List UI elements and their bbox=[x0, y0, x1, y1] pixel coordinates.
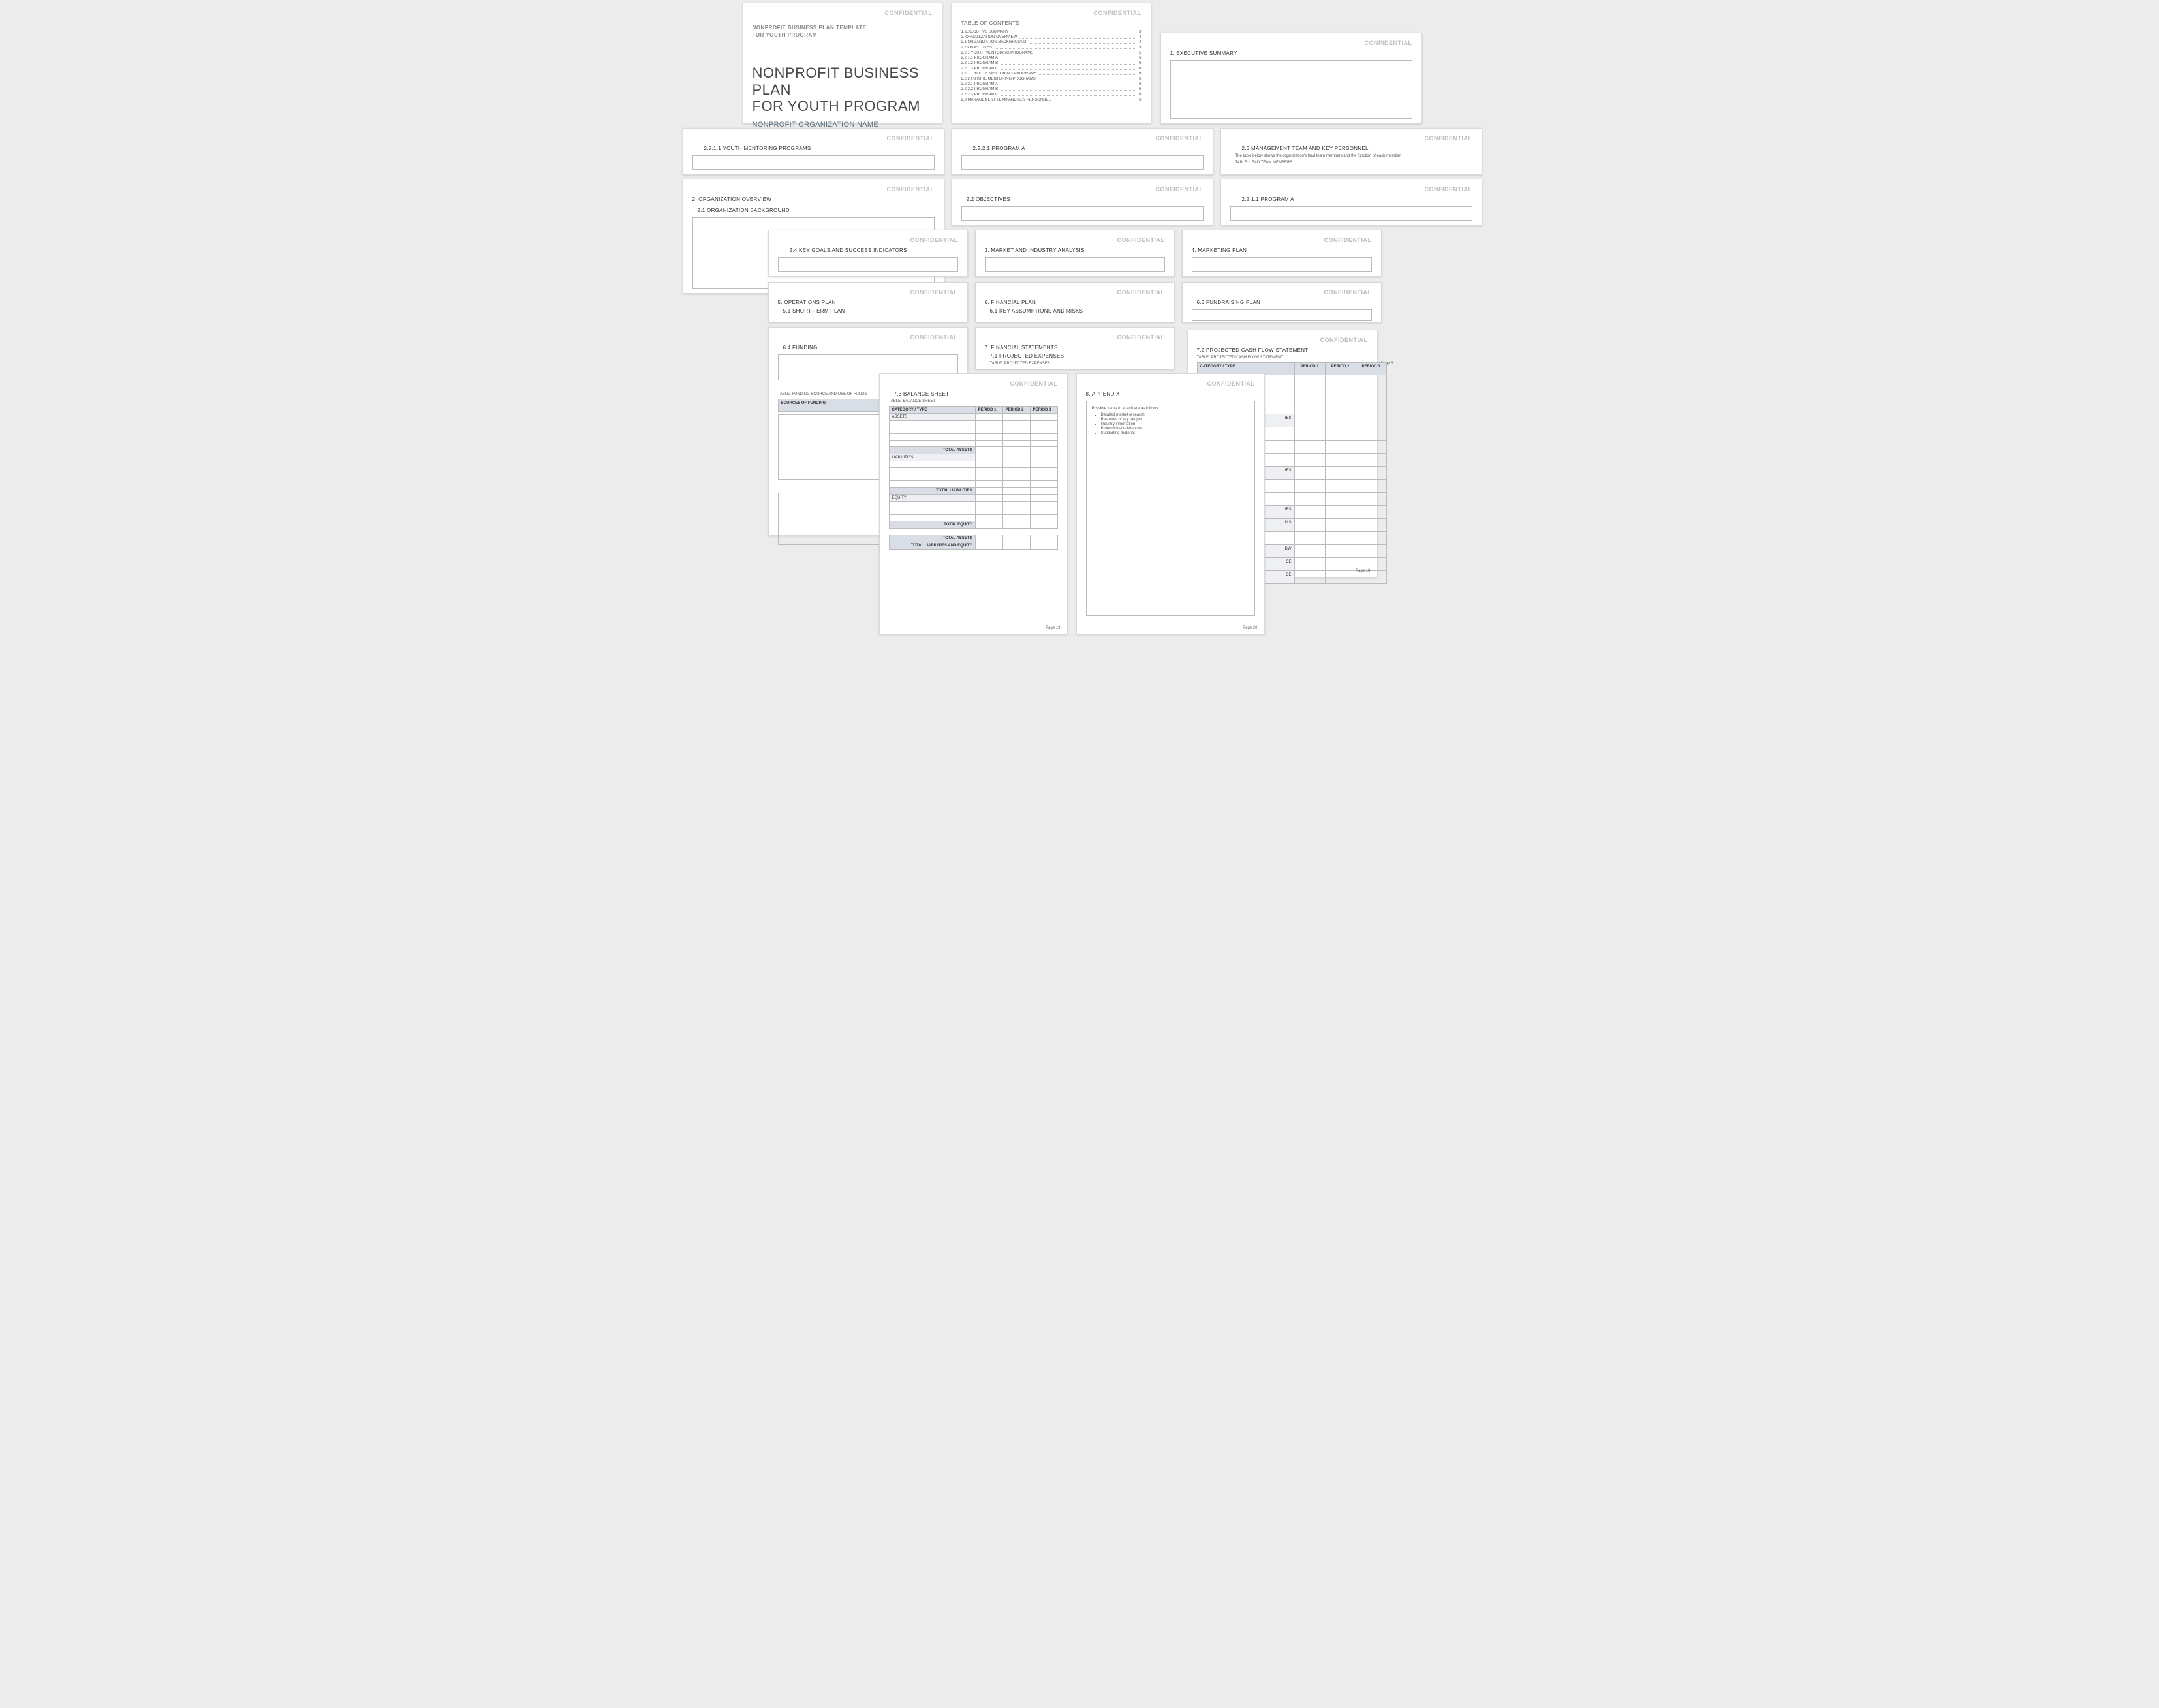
confidential-label: CONFIDENTIAL bbox=[985, 237, 1165, 243]
confidential-label: CONFIDENTIAL bbox=[985, 334, 1165, 341]
sec-subheading: 2.1 ORGANIZATION BACKGROUND bbox=[692, 208, 935, 213]
page-finstmt: CONFIDENTIAL 7. FINANCIAL STATEMENTS 7.1… bbox=[975, 327, 1175, 369]
content-box bbox=[1192, 257, 1372, 272]
confidential-label: CONFIDENTIAL bbox=[778, 289, 958, 296]
toc-title: TABLE OF CONTENTS bbox=[961, 20, 1142, 26]
confidential-label: CONFIDENTIAL bbox=[1197, 337, 1368, 343]
sec-heading: 7.3 BALANCE SHEET bbox=[889, 391, 1058, 397]
confidential-label: CONFIDENTIAL bbox=[1192, 237, 1372, 243]
content-box bbox=[1230, 206, 1472, 221]
table-label: TABLE: BALANCE SHEET bbox=[889, 399, 1058, 403]
confidential-label: CONFIDENTIAL bbox=[778, 334, 958, 341]
page-mktplan: CONFIDENTIAL 4. MARKETING PLAN bbox=[1182, 230, 1382, 277]
confidential-label: CONFIDENTIAL bbox=[985, 289, 1165, 296]
sec-heading: 2.2.2.1 PROGRAM A bbox=[961, 146, 1204, 151]
sec-heading: 5. OPERATIONS PLAN bbox=[778, 300, 958, 305]
content-box bbox=[1170, 60, 1412, 119]
table-label: TABLE: PROJECTED EXPENSES bbox=[985, 362, 1165, 365]
sec-heading: 2.2 OBJECTIVES bbox=[961, 196, 1204, 202]
content-box bbox=[961, 206, 1204, 221]
sec-heading: 8. APPENDIX bbox=[1086, 391, 1255, 397]
page-market: CONFIDENTIAL 3. MARKET AND INDUSTRY ANAL… bbox=[975, 230, 1175, 277]
page-progA2: CONFIDENTIAL 2.2.1.1 PROGRAM A bbox=[1220, 179, 1482, 226]
sec-heading: 3. MARKET AND INDUSTRY ANALYSIS bbox=[985, 247, 1165, 253]
page-obj: CONFIDENTIAL 2.2 OBJECTIVES bbox=[952, 179, 1213, 226]
sec-subheading: 6.1 KEY ASSUMPTIONS AND RISKS bbox=[985, 308, 1165, 314]
sec-heading: 6. FINANCIAL PLAN bbox=[985, 300, 1165, 305]
sec-heading: 7.2 PROJECTED CASH FLOW STATEMENT bbox=[1197, 347, 1368, 353]
appendix-box: Possible items to attach are as follows:… bbox=[1086, 401, 1255, 616]
confidential-label: CONFIDENTIAL bbox=[692, 186, 935, 193]
confidential-label: CONFIDENTIAL bbox=[1230, 186, 1472, 193]
sec-heading: 2. ORGANIZATION OVERVIEW bbox=[692, 196, 935, 202]
page-exec: CONFIDENTIAL 1. EXECUTIVE SUMMARY bbox=[1160, 33, 1422, 124]
page-goals: CONFIDENTIAL 2.4 KEY GOALS AND SUCCESS I… bbox=[768, 230, 968, 277]
page-number: Page 20 bbox=[1243, 626, 1257, 630]
sec-heading: 6.3 FUNDRAISING PLAN bbox=[1192, 300, 1372, 305]
page-appendix: CONFIDENTIAL 8. APPENDIX Possible items … bbox=[1076, 373, 1265, 634]
confidential-label: CONFIDENTIAL bbox=[961, 135, 1204, 142]
confidential-label: CONFIDENTIAL bbox=[889, 380, 1058, 387]
sec-subheading: 5.1 SHORT-TERM PLAN bbox=[778, 308, 958, 314]
confidential-label: CONFIDENTIAL bbox=[1230, 135, 1472, 142]
sec-heading: 1. EXECUTIVE SUMMARY bbox=[1170, 50, 1412, 56]
toc-list: 1. EXECUTIVE SUMMARY32. ORGANIZATION OVE… bbox=[961, 30, 1142, 102]
table-label: TABLE: PROJECTED CASH FLOW STATEMENT bbox=[1197, 356, 1368, 360]
page-toc: CONFIDENTIAL TABLE OF CONTENTS 1. EXECUT… bbox=[952, 3, 1151, 123]
sec-heading: 6.4 FUNDING bbox=[778, 345, 958, 350]
cover-title: NONPROFIT BUSINESS PLANFOR YOUTH PROGRAM bbox=[753, 65, 933, 114]
page-number: Page 19 bbox=[1046, 626, 1060, 630]
page-ymp: CONFIDENTIAL 2.2.1.1 YOUTH MENTORING PRO… bbox=[683, 128, 944, 175]
balance-table: CATEGORY / TYPEPERIOD 1PERIOD 2PERIOD 3 … bbox=[889, 406, 1058, 550]
confidential-label: CONFIDENTIAL bbox=[1086, 380, 1255, 387]
sec-heading: 2.4 KEY GOALS AND SUCCESS INDICATORS bbox=[778, 247, 958, 253]
appendix-lead: Possible items to attach are as follows: bbox=[1092, 407, 1249, 411]
confidential-label: CONFIDENTIAL bbox=[753, 10, 933, 16]
confidential-label: CONFIDENTIAL bbox=[1170, 40, 1412, 46]
page-progA1: CONFIDENTIAL 2.2.2.1 PROGRAM A bbox=[952, 128, 1213, 175]
sec-heading: 4. MARKETING PLAN bbox=[1192, 247, 1372, 253]
sec-heading: 7. FINANCIAL STATEMENTS bbox=[985, 345, 1165, 350]
confidential-label: CONFIDENTIAL bbox=[961, 186, 1204, 193]
content-box bbox=[985, 257, 1165, 272]
confidential-label: CONFIDENTIAL bbox=[778, 237, 958, 243]
page-balance: CONFIDENTIAL 7.3 BALANCE SHEET TABLE: BA… bbox=[879, 373, 1068, 634]
content-box bbox=[961, 155, 1204, 170]
appendix-list: Detailed market researchResumes of key p… bbox=[1092, 413, 1249, 435]
sec-heading: 2.3 MANAGEMENT TEAM AND KEY PERSONNEL bbox=[1230, 146, 1472, 151]
confidential-label: CONFIDENTIAL bbox=[692, 135, 935, 142]
sec-heading: 2.2.1.1 YOUTH MENTORING PROGRAMS bbox=[692, 146, 935, 151]
canvas: CONFIDENTIAL 7.2 PROJECTED CASH FLOW STA… bbox=[675, 0, 1485, 641]
content-box bbox=[692, 155, 935, 170]
page-fundraise: CONFIDENTIAL 6.3 FUNDRAISING PLAN bbox=[1182, 282, 1382, 322]
page-ops: CONFIDENTIAL 5. OPERATIONS PLAN 5.1 SHOR… bbox=[768, 282, 968, 322]
mgmt-note: The table below shows the organization's… bbox=[1230, 154, 1472, 158]
content-box bbox=[778, 257, 958, 272]
page-cover: CONFIDENTIAL NONPROFIT BUSINESS PLAN TEM… bbox=[743, 3, 942, 123]
confidential-label: CONFIDENTIAL bbox=[1192, 289, 1372, 296]
sec-heading: 2.2.1.1 PROGRAM A bbox=[1230, 196, 1472, 202]
sec-subheading: 7.1 PROJECTED EXPENSES bbox=[985, 353, 1165, 359]
page-mgmt: CONFIDENTIAL 2.3 MANAGEMENT TEAM AND KEY… bbox=[1220, 128, 1482, 175]
template-label: NONPROFIT BUSINESS PLAN TEMPLATEFOR YOUT… bbox=[753, 24, 933, 39]
confidential-label: CONFIDENTIAL bbox=[961, 10, 1142, 16]
page-fin: CONFIDENTIAL 6. FINANCIAL PLAN 6.1 KEY A… bbox=[975, 282, 1175, 322]
content-box bbox=[1192, 309, 1372, 321]
table-label: TABLE: LEAD TEAM MEMBERS bbox=[1230, 161, 1472, 164]
page-number: Page 18 bbox=[1356, 569, 1370, 573]
